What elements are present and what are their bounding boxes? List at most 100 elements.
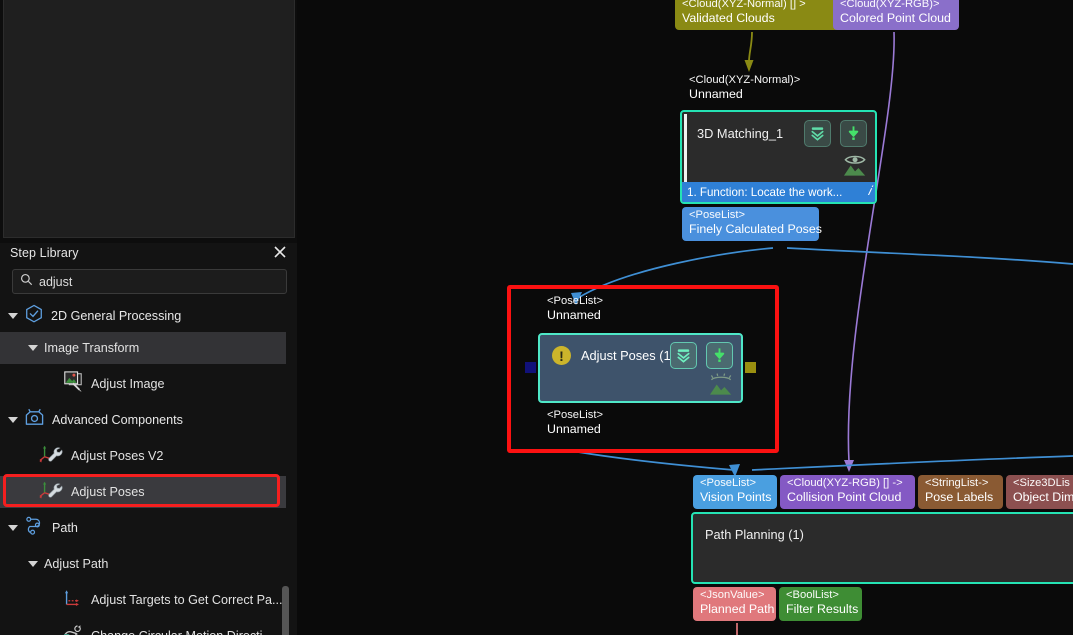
port-type-label: <StringList-> [925, 477, 989, 489]
port-validated-clouds[interactable]: <Cloud(XYZ-Normal) [] > Validated Clouds [675, 0, 841, 30]
node-output-plug[interactable] [745, 362, 756, 373]
chevron-down-icon[interactable] [8, 525, 18, 531]
search-icon [20, 273, 33, 291]
tree-item-label: 2D General Processing [51, 309, 182, 323]
port-type-label: <Cloud(XYZ-RGB) [] -> [787, 477, 903, 489]
port-type-label: <BoolList> [786, 589, 839, 601]
step-tree: 2D General Processing Image Transform Ad… [0, 300, 297, 635]
app-window: Step Library adjust 2D General Processin… [0, 0, 1073, 635]
tree-item-label: Advanced Components [52, 413, 183, 427]
port-pose-labels[interactable]: <StringList-> Pose Labels [918, 475, 1003, 509]
hidden-image-icon[interactable] [706, 371, 739, 399]
hidden-image-icon[interactable] [840, 152, 873, 180]
port-name-label: Filter Results [786, 602, 859, 617]
port-adjust-poses-input[interactable]: <PoseList> Unnamed [540, 293, 614, 327]
port-type-label: <PoseList> [689, 209, 745, 221]
node-input-plug[interactable] [525, 362, 536, 373]
node-footer[interactable]: 1. Function: Locate the work... 𝑖 [682, 182, 875, 202]
port-type-label: <Cloud(XYZ-RGB)> [840, 0, 940, 10]
chevron-down-icon[interactable] [8, 313, 18, 319]
port-planned-path[interactable]: <JsonValue> Planned Path [693, 587, 776, 621]
close-icon[interactable] [273, 245, 287, 259]
hexagon-check-icon [24, 304, 44, 329]
port-name-label: Vision Points [700, 490, 772, 505]
empty-upper-panel [3, 0, 295, 238]
port-vision-points[interactable]: <PoseList> Vision Points [693, 475, 777, 509]
port-name-label: Finely Calculated Poses [689, 222, 822, 237]
port-name-label: Collision Point Cloud [787, 490, 902, 505]
port-name-label: Unnamed [547, 422, 601, 437]
collapse-icon[interactable] [804, 120, 831, 147]
tree-item-adjust-poses-v2[interactable]: Adjust Poses V2 [0, 440, 286, 472]
port-name-label: Object Dim [1013, 490, 1073, 505]
tree-item-label: Adjust Poses [71, 485, 145, 499]
crown-icon [24, 408, 45, 433]
tree-item-2d-general-processing[interactable]: 2D General Processing [0, 300, 286, 332]
search-input-value: adjust [39, 274, 73, 289]
node-title: Adjust Poses (1) [581, 348, 675, 363]
tree-item-adjust-image[interactable]: Adjust Image [0, 368, 286, 400]
step-tree-scrollbar-thumb[interactable] [282, 586, 289, 635]
port-colored-point-cloud[interactable]: <Cloud(XYZ-RGB)> Colored Point Cloud [833, 0, 959, 30]
warning-icon: ! [552, 346, 571, 365]
port-type-label: <Cloud(XYZ-Normal)> [689, 74, 801, 86]
port-name-label: Colored Point Cloud [840, 11, 951, 26]
port-finely-calculated-poses[interactable]: <PoseList> Finely Calculated Poses [682, 207, 822, 241]
port-object-dimensions[interactable]: <Size3DLis Object Dim [1006, 475, 1073, 509]
tree-item-adjust-targets[interactable]: Adjust Targets to Get Correct Pa... [0, 584, 286, 616]
port-type-label: <Cloud(XYZ-Normal) [] > [682, 0, 806, 10]
node-body [691, 512, 1073, 584]
tree-item-adjust-path[interactable]: Adjust Path [0, 548, 286, 580]
pencil-icon[interactable]: 𝑖 [868, 183, 871, 199]
tree-item-label: Adjust Targets to Get Correct Pa... [91, 593, 283, 607]
collapse-icon[interactable] [670, 342, 697, 369]
port-collision-point-cloud[interactable]: <Cloud(XYZ-RGB) [] -> Collision Point Cl… [780, 475, 915, 509]
chevron-down-icon[interactable] [8, 417, 18, 423]
tree-item-label: Path [52, 521, 78, 535]
step-tree-scrollbar-track[interactable] [282, 293, 293, 635]
port-matching-input-cloud[interactable]: <Cloud(XYZ-Normal)> Unnamed [682, 72, 812, 106]
circular-motion-icon [62, 624, 84, 635]
path-node-icon [24, 515, 45, 541]
tree-item-label: Adjust Path [44, 557, 109, 571]
run-from-here-icon[interactable] [840, 120, 867, 147]
port-name-label: Unnamed [547, 308, 601, 323]
port-type-label: <PoseList> [547, 409, 603, 421]
port-name-label: Validated Clouds [682, 11, 775, 26]
port-type-label: <Size3DLis [1013, 477, 1070, 489]
axis-wrench-icon [38, 479, 64, 506]
port-filter-results[interactable]: <BoolList> Filter Results [779, 587, 862, 621]
run-from-here-icon[interactable] [706, 342, 733, 369]
node-title: Path Planning (1) [705, 527, 804, 542]
tree-item-advanced-components[interactable]: Advanced Components [0, 404, 286, 436]
tree-item-path[interactable]: Path [0, 512, 286, 544]
pipeline-canvas[interactable]: <Cloud(XYZ-Normal) [] > Validated Clouds… [297, 0, 1073, 635]
port-type-label: <PoseList> [700, 477, 756, 489]
chevron-down-icon[interactable] [28, 345, 38, 351]
chevron-down-icon[interactable] [28, 561, 38, 567]
search-input[interactable]: adjust [12, 269, 287, 294]
image-edit-icon [62, 371, 84, 397]
tree-item-label: Image Transform [44, 341, 140, 355]
step-library-title: Step Library [10, 246, 79, 260]
node-footer-text: 1. Function: Locate the work... [687, 185, 843, 199]
node-path-planning-1[interactable]: Path Planning (1) [691, 512, 1073, 584]
axis-wrench-icon [38, 443, 64, 470]
port-name-label: Planned Path [700, 602, 775, 617]
port-type-label: <JsonValue> [700, 589, 765, 601]
node-adjust-poses-1[interactable]: ! Adjust Poses (1) [525, 333, 756, 403]
tree-item-image-transform[interactable]: Image Transform [0, 332, 286, 364]
node-3d-matching-1[interactable]: 3D Matching_1 1. Function: Locate the wo… [680, 110, 877, 204]
tree-item-label: Change Circular Motion Directi [91, 629, 262, 635]
step-library-panel: Step Library adjust 2D General Processin… [0, 243, 297, 635]
node-title: 3D Matching_1 [697, 126, 784, 141]
port-type-label: <PoseList> [547, 295, 603, 307]
port-name-label: Pose Labels [925, 490, 994, 505]
step-library-header: Step Library [0, 243, 297, 265]
tree-item-label: Adjust Poses V2 [71, 449, 164, 463]
tree-item-label: Adjust Image [91, 377, 165, 391]
tree-item-adjust-poses[interactable]: Adjust Poses [0, 476, 286, 508]
tree-item-change-circular-motion[interactable]: Change Circular Motion Directi [0, 620, 286, 635]
port-adjust-poses-output[interactable]: <PoseList> Unnamed [540, 407, 614, 441]
port-name-label: Unnamed [689, 87, 743, 102]
